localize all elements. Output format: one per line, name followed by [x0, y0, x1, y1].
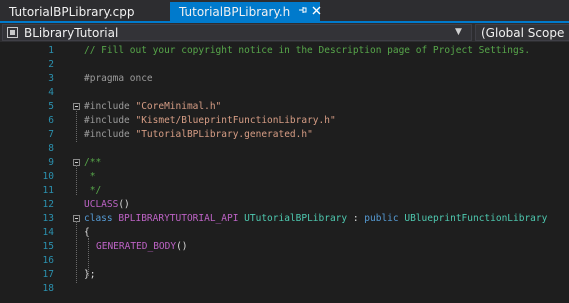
code-line: 2	[0, 58, 569, 72]
macro-parens: ()	[118, 199, 130, 210]
line-number: 17	[42, 269, 54, 280]
code-line: 15 GENERATED_BODY()	[0, 240, 569, 254]
line-number: 4	[48, 87, 54, 98]
close-brace: };	[84, 269, 96, 280]
class-name: UTutorialBPLibrary	[244, 213, 348, 224]
macro-name: UCLASS	[84, 199, 119, 210]
doc-comment: /**	[84, 157, 102, 168]
project-icon	[7, 27, 18, 38]
code-include: #include "TutorialBPLibrary.generated.h"	[84, 128, 313, 142]
include-directive: #include	[84, 101, 136, 112]
keyword-class: class	[84, 213, 119, 224]
close-icon[interactable]	[312, 5, 321, 19]
keyword-public: public	[364, 213, 405, 224]
include-directive: #include	[84, 115, 136, 126]
base-class-name: UBlueprintFunctionLibrary	[404, 213, 548, 224]
scope-dropdown[interactable]: (Global Scope	[475, 24, 569, 41]
line-number: 11	[42, 185, 54, 196]
include-path: "CoreMinimal.h"	[135, 101, 222, 112]
code-line: 10 *	[0, 170, 569, 184]
code-line: 5 #include "CoreMinimal.h"	[0, 100, 569, 114]
outline-guide	[76, 109, 77, 142]
line-number: 15	[42, 241, 54, 252]
line-number: 1	[48, 45, 54, 56]
line-number: 12	[42, 199, 54, 210]
line-number: 3	[48, 73, 54, 84]
code-include: #include "CoreMinimal.h"	[84, 100, 221, 114]
class-declaration: class BPLIBRARYTUTORIAL_API UTutorialBPL…	[84, 212, 547, 226]
line-number: 14	[42, 227, 54, 238]
doc-comment: */	[84, 185, 102, 196]
line-number: 9	[48, 157, 54, 168]
code-pragma: #pragma once	[84, 73, 153, 84]
code-line: 9 /**	[0, 156, 569, 170]
code-comment: // Fill out your copyright notice in the…	[84, 45, 531, 56]
code-line: 6 #include "Kismet/BlueprintFunctionLibr…	[0, 114, 569, 128]
outline-guide	[76, 165, 77, 195]
code-editor[interactable]: 1 // Fill out your copyright notice in t…	[0, 42, 569, 303]
document-tab-bar: TutorialBPLibrary.cpp TutorialBPLibrary.…	[0, 0, 569, 21]
navigation-bar: BLibraryTutorial ▼ (Global Scope	[0, 23, 569, 42]
code-line: 14 {	[0, 226, 569, 240]
line-number: 6	[48, 115, 54, 126]
code-line: 12 UCLASS()	[0, 198, 569, 212]
line-number: 5	[48, 101, 54, 112]
outline-guide	[76, 221, 77, 283]
line-number: 8	[48, 143, 54, 154]
code-line: 3 #pragma once	[0, 72, 569, 86]
code-line: 7 #include "TutorialBPLibrary.generated.…	[0, 128, 569, 142]
code-line: 13 class BPLIBRARYTUTORIAL_API UTutorial…	[0, 212, 569, 226]
chevron-down-icon[interactable]: ▼	[455, 25, 462, 40]
code-include: #include "Kismet/BlueprintFunctionLibrar…	[84, 114, 336, 128]
generated-body: GENERATED_BODY()	[96, 240, 188, 254]
code-line: 16	[0, 254, 569, 268]
include-path: "Kismet/BlueprintFunctionLibrary.h"	[135, 115, 336, 126]
line-number: 10	[42, 171, 54, 182]
tab-label: TutorialBPLibrary.cpp	[9, 4, 135, 19]
line-number: 18	[42, 283, 54, 294]
scope-label: (Global Scope	[481, 25, 565, 40]
project-name: BLibraryTutorial	[24, 25, 119, 40]
include-directive: #include	[84, 129, 136, 140]
include-path: "TutorialBPLibrary.generated.h"	[135, 129, 313, 140]
line-number: 16	[42, 255, 54, 266]
api-macro: BPLIBRARYTUTORIAL_API	[118, 213, 245, 224]
pin-icon[interactable]	[298, 5, 308, 19]
tab-tutorialbplibrary-h[interactable]: TutorialBPLibrary.h	[170, 2, 321, 21]
code-line: 4	[0, 86, 569, 100]
inheritance-colon: :	[347, 213, 365, 224]
uclass-macro: UCLASS()	[84, 198, 130, 212]
line-number: 13	[42, 213, 54, 224]
indent-guide	[88, 238, 89, 276]
tab-tutorialbplibrary-cpp[interactable]: TutorialBPLibrary.cpp	[0, 2, 170, 21]
code-line: 11 */	[0, 184, 569, 198]
project-dropdown[interactable]: BLibraryTutorial ▼	[2, 24, 472, 41]
macro-parens: ()	[176, 241, 188, 252]
doc-comment: *	[84, 171, 96, 182]
macro-name: GENERATED_BODY	[96, 241, 177, 252]
line-number: 2	[48, 59, 54, 70]
code-line: 8	[0, 142, 569, 156]
code-line: 1 // Fill out your copyright notice in t…	[0, 44, 569, 58]
code-line: 17 };	[0, 268, 569, 282]
line-number: 7	[48, 129, 54, 140]
code-line: 18	[0, 282, 569, 296]
tab-label: TutorialBPLibrary.h	[179, 4, 291, 19]
